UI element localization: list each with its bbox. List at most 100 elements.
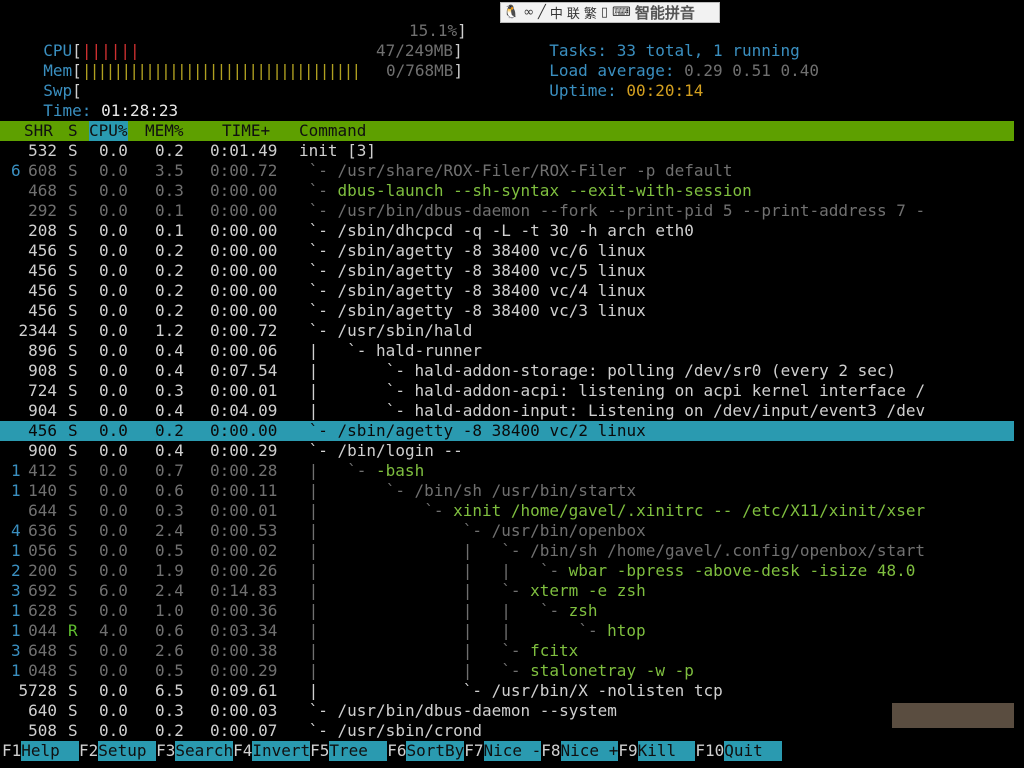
function-key-f10[interactable]: F10 — [695, 741, 724, 761]
row-mem: 0.5 — [155, 661, 184, 680]
row-lead-digit: 2 — [11, 561, 21, 580]
process-row[interactable]: 908 S 0.0 0.4 0:07.54 | `- hald-addon-storag… — [0, 361, 1014, 381]
row-cpu: 0.0 — [99, 521, 128, 540]
process-row[interactable]: 456 S 0.0 0.2 0:00.00 `- /sbin/agetty -8 384… — [0, 301, 1014, 321]
row-time: 0:00.01 — [210, 501, 278, 520]
process-row[interactable]: 896 S 0.0 0.4 0:00.06 | `- hald-runner — [0, 341, 1014, 361]
fullwidth-icon[interactable]: ▯ — [599, 5, 610, 20]
column-shr[interactable]: SHR — [24, 121, 53, 141]
input-method-toolbar[interactable]: 🐧 ∞ ╱ 中 联 繁 ▯ ⌨ 智能拼音 — [500, 2, 720, 23]
column-time[interactable]: TIME+ — [222, 121, 270, 141]
process-row[interactable]: 6 608 S 0.0 3.5 0:00.72 `- /usr/share/ROX-Fil… — [0, 161, 1014, 181]
row-state: S — [68, 701, 78, 720]
process-row[interactable]: 900 S 0.0 0.4 0:00.29 `- /bin/login -- — [0, 441, 1014, 461]
row-time: 0:00.07 — [210, 721, 278, 740]
tux-icon[interactable]: 🐧 — [501, 5, 521, 20]
function-key-f4[interactable]: F4 — [233, 741, 252, 761]
process-row[interactable]: 5728 S 0.0 6.5 0:09.61 | `- /usr/bin/X -noli… — [0, 681, 1014, 701]
process-row[interactable]: 1 056 S 0.0 0.5 0:00.02 | | `- /bin/sh /home/… — [0, 541, 1014, 561]
row-state: S — [68, 161, 78, 180]
link-icon[interactable]: ∞ — [521, 5, 536, 20]
row-lead-digit: 1 — [11, 481, 21, 500]
function-key-f2[interactable]: F2 — [79, 741, 98, 761]
function-key-f1[interactable]: F1 — [2, 741, 21, 761]
uptime-value: 00:20:14 — [626, 81, 704, 100]
scrollbar-thumb[interactable] — [892, 703, 1014, 728]
process-row[interactable]: 3 648 S 0.0 2.6 0:00.38 | | `- fcitx — [0, 641, 1014, 661]
process-row[interactable]: 644 S 0.0 0.3 0:00.01 | `- xinit /home/gavel… — [0, 501, 1014, 521]
process-row[interactable]: 1 044 R 4.0 0.6 0:03.34 | | | `- htop — [0, 621, 1014, 641]
traditional-icon[interactable]: 繁 — [582, 3, 599, 22]
process-row[interactable]: 3 692 S 6.0 2.4 0:14.83 | | `- xterm -e zsh — [0, 581, 1014, 601]
process-row[interactable]: 1 412 S 0.0 0.7 0:00.28 | `- -bash — [0, 461, 1014, 481]
row-state: S — [68, 721, 78, 740]
process-row[interactable]: 1 048 S 0.0 0.5 0:00.29 | | `- stalonetray -w… — [0, 661, 1014, 681]
row-mem: 0.3 — [155, 181, 184, 200]
row-state: S — [68, 681, 78, 700]
process-row[interactable]: 456 S 0.0 0.2 0:00.00 `- /sbin/agetty -8 384… — [0, 241, 1014, 261]
function-key-label[interactable]: Search — [175, 741, 234, 761]
process-row[interactable]: 456 S 0.0 0.2 0:00.00 `- /sbin/agetty -8 384… — [0, 281, 1014, 301]
row-shr: 628 — [28, 601, 58, 620]
keyboard-icon[interactable]: ⌨ — [610, 5, 633, 20]
function-key-label[interactable]: Help — [21, 741, 80, 761]
function-key-bar: F1 Help F2 Setup F3 Search F4 Invert F5 Tree F6… — [0, 741, 1014, 761]
row-lead-digit: 3 — [11, 641, 21, 660]
row-mem: 0.3 — [155, 701, 184, 720]
process-row[interactable]: 456 S 0.0 0.2 0:00.00 `- /sbin/agetty -8 384… — [0, 421, 1014, 441]
process-row[interactable]: 1 140 S 0.0 0.6 0:00.11 | `- /bin/sh /usr/bin… — [0, 481, 1014, 501]
function-key-label[interactable]: Tree — [329, 741, 388, 761]
row-shr: 532 — [28, 141, 58, 160]
association-icon[interactable]: 联 — [565, 3, 582, 22]
row-mem: 0.3 — [155, 501, 184, 520]
process-row[interactable]: 2 200 S 0.0 1.9 0:00.26 | | | `- wbar -bpress… — [0, 561, 1014, 581]
function-key-label[interactable]: SortBy — [406, 741, 465, 761]
row-time: 0:04.09 — [210, 401, 278, 420]
process-row[interactable]: 508 S 0.0 0.2 0:00.07 `- /usr/sbin/crond — [0, 721, 1014, 741]
function-key-label[interactable]: Setup — [98, 741, 157, 761]
process-row[interactable]: 532 S 0.0 0.2 0:01.49 init [3] — [0, 141, 1014, 161]
process-row[interactable]: 640 S 0.0 0.3 0:00.03 `- /usr/bin/dbus-daemo… — [0, 701, 1014, 721]
function-key-f3[interactable]: F3 — [156, 741, 175, 761]
function-key-f5[interactable]: F5 — [310, 741, 329, 761]
process-row[interactable]: 2344 S 0.0 1.2 0:00.72 `- /usr/sbin/hald — [0, 321, 1014, 341]
process-row[interactable]: 292 S 0.0 0.1 0:00.00 `- /usr/bin/dbus-daemo… — [0, 201, 1014, 221]
process-row[interactable]: 904 S 0.0 0.4 0:04.09 | `- hald-addon-input:… — [0, 401, 1014, 421]
function-key-f7[interactable]: F7 — [464, 741, 483, 761]
row-shr: 896 — [28, 341, 58, 360]
row-tree: | | `- — [299, 541, 531, 560]
row-tree: | `- — [299, 521, 492, 540]
column-cpu[interactable]: CPU% — [89, 121, 128, 141]
function-key-label[interactable]: Nice - — [483, 741, 542, 761]
function-key-f6[interactable]: F6 — [387, 741, 406, 761]
process-row[interactable]: 208 S 0.0 0.1 0:00.00 `- /sbin/dhcpcd -q -L … — [0, 221, 1014, 241]
column-state[interactable]: S — [68, 121, 78, 141]
process-row[interactable]: 468 S 0.0 0.3 0:00.00 `- dbus-launch --sh-sy… — [0, 181, 1014, 201]
row-mem: 0.6 — [155, 621, 184, 640]
chinese-mode-icon[interactable]: 中 — [548, 3, 565, 22]
function-key-label[interactable]: Nice + — [560, 741, 619, 761]
process-row[interactable]: 1 628 S 0.0 1.0 0:00.36 | | | `- zsh — [0, 601, 1014, 621]
column-mem[interactable]: MEM% — [145, 121, 184, 141]
function-key-f9[interactable]: F9 — [618, 741, 637, 761]
function-key-label[interactable]: Invert — [252, 741, 311, 761]
pen-icon[interactable]: ╱ — [536, 5, 548, 20]
row-time: 0:00.72 — [210, 321, 278, 340]
row-cpu: 0.0 — [99, 281, 128, 300]
function-key-label[interactable]: Kill — [637, 741, 696, 761]
row-command: /sbin/agetty -8 38400 vc/6 linux — [337, 241, 646, 260]
process-row[interactable]: 456 S 0.0 0.2 0:00.00 `- /sbin/agetty -8 384… — [0, 261, 1014, 281]
row-tree: `- — [299, 201, 338, 220]
function-key-f8[interactable]: F8 — [541, 741, 560, 761]
row-shr: 640 — [28, 701, 58, 720]
row-time: 0:00.00 — [210, 301, 278, 320]
row-state: S — [68, 321, 78, 340]
row-time: 0:00.02 — [210, 541, 278, 560]
row-cpu: 0.0 — [99, 201, 128, 220]
process-row[interactable]: 4 636 S 0.0 2.4 0:00.53 | `- /usr/bin/openbox — [0, 521, 1014, 541]
row-time: 0:00.00 — [210, 281, 278, 300]
row-tree: | | | `- — [299, 601, 569, 620]
column-command[interactable]: Command — [299, 121, 366, 141]
function-key-label[interactable]: Quit — [724, 741, 783, 761]
process-row[interactable]: 724 S 0.0 0.3 0:00.01 | `- hald-addon-acpi: … — [0, 381, 1014, 401]
